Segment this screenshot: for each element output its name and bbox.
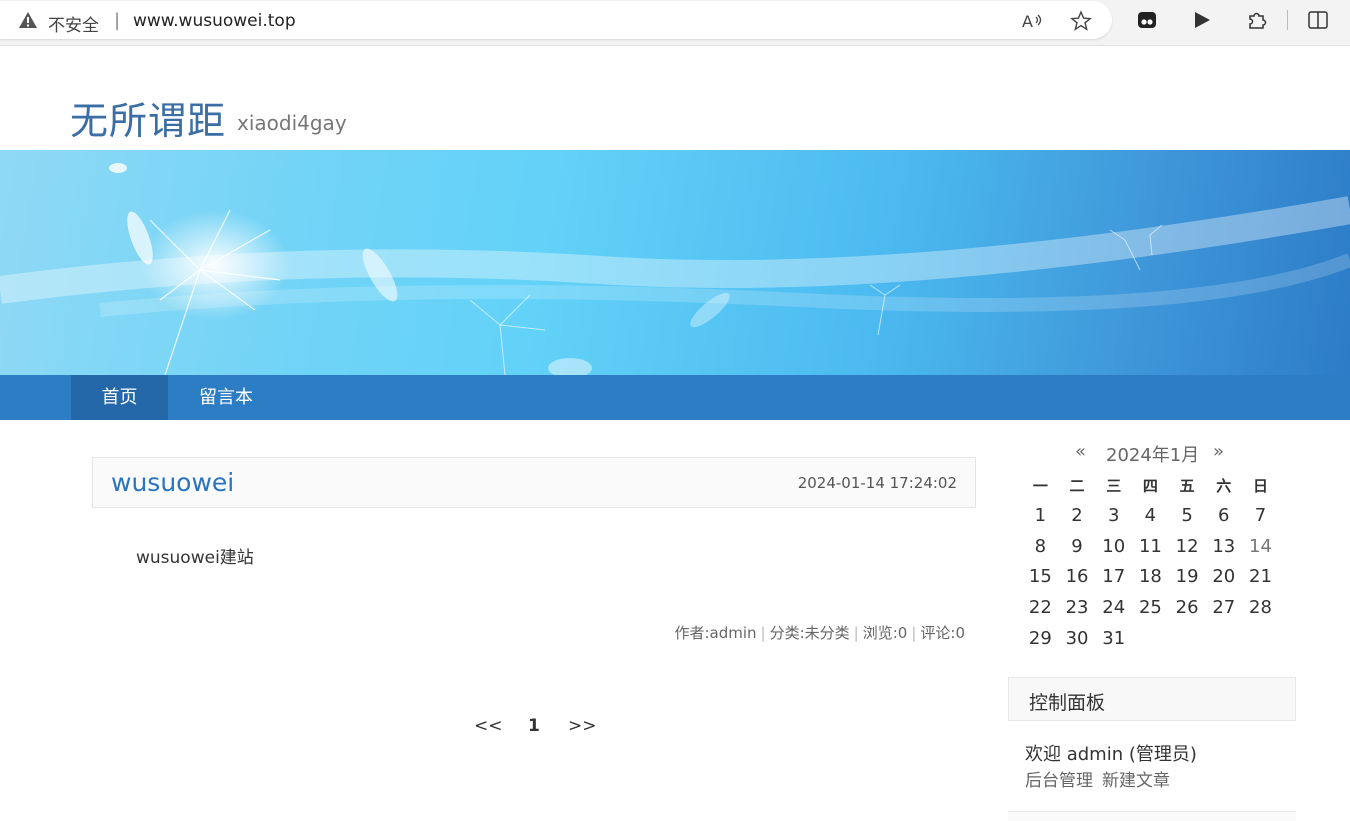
calendar-day: 2 [1071, 504, 1083, 526]
control-panel-title: 控制面板 [1029, 692, 1106, 714]
calendar-day: 7 [1254, 504, 1267, 526]
weekday-header: 六 [1216, 476, 1232, 495]
post-comments[interactable]: 评论:0 [920, 624, 965, 642]
calendar-day [1132, 623, 1169, 654]
svg-text:A: A [1022, 12, 1033, 31]
calendar-day [1205, 623, 1242, 654]
nav-item-home[interactable]: 首页 [71, 375, 168, 420]
post-author[interactable]: 作者:admin [674, 624, 756, 642]
nav-item-guestbook[interactable]: 留言本 [181, 375, 271, 420]
calendar-day: 21 [1249, 566, 1272, 588]
url-text[interactable]: www.wusuowei.top [133, 11, 296, 31]
calendar-day: 17 [1102, 566, 1126, 588]
extension-face-icon[interactable] [1135, 8, 1159, 32]
calendar-day: 30 [1065, 628, 1089, 650]
post-body: wusuowei建站 [136, 548, 254, 568]
extensions-puzzle-icon[interactable] [1245, 8, 1269, 32]
calendar-day: 6 [1218, 504, 1230, 526]
calendar-day: 24 [1102, 597, 1126, 619]
welcome-text: 欢迎 admin (管理员) [1025, 744, 1197, 765]
calendar-grid: 一 二 三 四 五 六 日 1 2 3 4 5 6 7 8 9 10 11 12… [1022, 470, 1279, 654]
calendar-day: 20 [1212, 566, 1236, 588]
post-header: wusuowei 2024-01-14 17:24:02 [92, 457, 976, 508]
calendar-day-today[interactable]: 14 [1242, 531, 1279, 562]
split-screen-icon[interactable] [1306, 8, 1330, 32]
calendar-day: 22 [1028, 597, 1052, 619]
calendar-day: 13 [1212, 535, 1236, 557]
calendar-day: 8 [1034, 535, 1047, 557]
security-label[interactable]: 不安全 [48, 11, 99, 36]
calendar-month-title: 2024年1月 [1106, 445, 1200, 466]
site-title[interactable]: 无所谓距 [70, 90, 226, 145]
calendar-day: 1 [1034, 504, 1047, 526]
calendar-day [1169, 623, 1206, 654]
meta-divider: | [760, 624, 766, 642]
read-aloud-icon[interactable]: A [1020, 9, 1044, 33]
calendar-day: 11 [1138, 535, 1162, 557]
post-date: 2024-01-14 17:24:02 [797, 474, 957, 492]
favorite-star-icon[interactable] [1069, 9, 1093, 33]
calendar-next-month[interactable]: » [1213, 441, 1224, 462]
calendar-day: 31 [1102, 628, 1126, 650]
next-panel-header [1008, 811, 1296, 821]
meta-divider: | [853, 624, 859, 642]
calendar-prev-month[interactable]: « [1075, 441, 1086, 462]
calendar-day: 15 [1028, 566, 1052, 588]
weekday-header: 三 [1106, 476, 1122, 495]
post-meta: 作者:admin | 分类:未分类 | 浏览:0 | 评论:0 [674, 622, 965, 643]
address-separator: | [114, 10, 121, 31]
post-views: 浏览:0 [862, 624, 908, 642]
post-category[interactable]: 分类:未分类 [770, 624, 850, 642]
main-nav: 首页 留言本 [0, 375, 1350, 420]
calendar-day: 5 [1181, 504, 1193, 526]
calendar-day: 27 [1212, 597, 1236, 619]
calendar-day: 3 [1107, 504, 1120, 526]
calendar-day: 18 [1138, 566, 1162, 588]
calendar-day: 9 [1071, 535, 1083, 557]
post-title-link[interactable]: wusuowei [111, 468, 234, 497]
meta-divider: | [911, 624, 917, 642]
weekday-header: 二 [1069, 476, 1085, 495]
calendar-day: 26 [1175, 597, 1199, 619]
browser-toolbar: 不安全 | www.wusuowei.top A [0, 0, 1350, 46]
calendar-day: 25 [1138, 597, 1162, 619]
weekday-header: 四 [1142, 476, 1158, 495]
calendar-day: 12 [1175, 535, 1199, 557]
weekday-header: 五 [1179, 476, 1195, 495]
toolbar-divider [1287, 10, 1288, 30]
address-bar[interactable]: 不安全 | www.wusuowei.top A [0, 1, 1112, 39]
header-banner-image [0, 150, 1350, 375]
calendar-day [1242, 623, 1279, 654]
pager-current[interactable]: 1 [528, 716, 540, 736]
admin-dashboard-link[interactable]: 后台管理 [1025, 771, 1093, 791]
control-panel-header: 控制面板 [1008, 677, 1296, 721]
calendar-day: 16 [1065, 566, 1089, 588]
pager-next[interactable]: >> [568, 716, 597, 736]
admin-links: 后台管理 新建文章 [1025, 766, 1179, 791]
calendar-day: 29 [1028, 628, 1052, 650]
pager-prev[interactable]: << [474, 716, 503, 736]
calendar-day: 19 [1175, 566, 1199, 588]
calendar-day: 23 [1065, 597, 1089, 619]
calendar-day: 10 [1102, 535, 1126, 557]
site-subtitle: xiaodi4gay [237, 111, 347, 135]
new-post-link[interactable]: 新建文章 [1102, 771, 1170, 791]
weekday-header: 日 [1252, 476, 1268, 495]
calendar-day: 28 [1249, 597, 1272, 619]
play-icon[interactable] [1190, 8, 1214, 32]
weekday-header: 一 [1032, 476, 1048, 495]
warning-icon[interactable] [18, 11, 38, 29]
calendar-day: 4 [1144, 504, 1157, 526]
